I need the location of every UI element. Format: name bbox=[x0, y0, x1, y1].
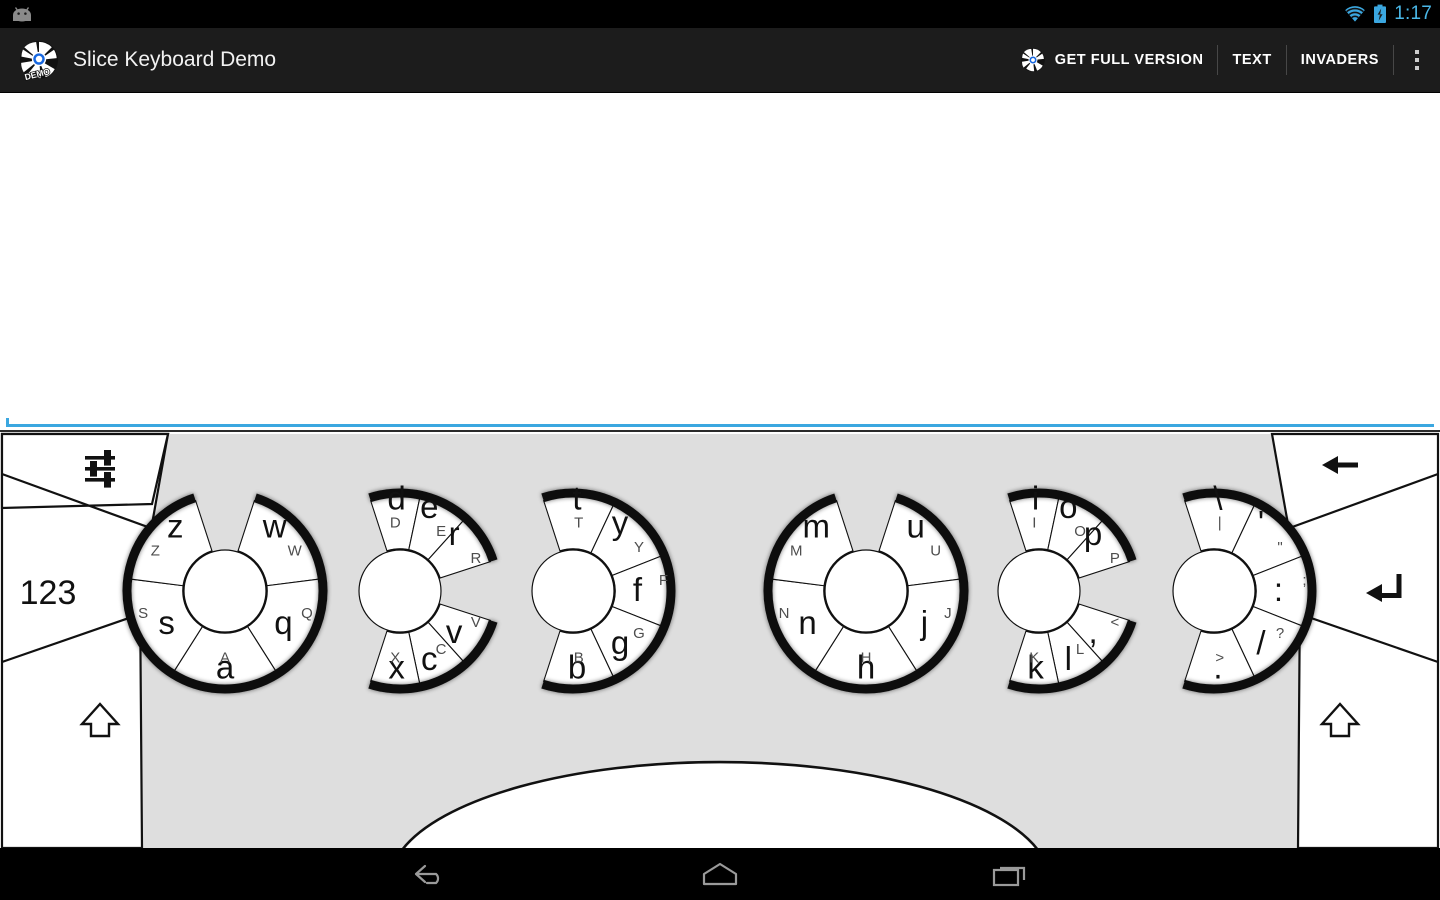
key-main-label: z bbox=[167, 508, 184, 545]
key-main-label: n bbox=[798, 604, 816, 641]
back-arrow-icon[interactable] bbox=[400, 854, 460, 894]
key-main-label: p bbox=[1084, 515, 1102, 552]
text-edit-area[interactable] bbox=[0, 93, 1440, 433]
key-main-label: t bbox=[572, 480, 581, 517]
key-alt-label: B bbox=[574, 649, 584, 666]
key-main-label: s bbox=[158, 604, 175, 641]
key-main-label: , bbox=[1089, 613, 1098, 650]
action-invaders[interactable]: INVADERS bbox=[1287, 39, 1393, 81]
key-alt-label: " bbox=[1277, 539, 1282, 556]
key-alt-label: Z bbox=[151, 543, 160, 560]
numbers-key-label[interactable]: 123 bbox=[20, 574, 77, 612]
key-main-label: \ bbox=[1213, 480, 1223, 517]
key-alt-label: S bbox=[138, 605, 148, 622]
recent-apps-icon[interactable] bbox=[980, 854, 1040, 894]
action-label: INVADERS bbox=[1300, 52, 1379, 68]
key-alt-label: N bbox=[779, 605, 790, 622]
action-bar-actions: GET FULL VERSION TEXT INVADERS bbox=[1006, 28, 1440, 92]
key-alt-label: M bbox=[790, 543, 803, 560]
keyboard-canvas: 123 wWq QaAsSzZdD eE rRv VcCxXtT yYf Fg GbBu bbox=[0, 432, 1440, 850]
key-main-label: ' bbox=[1258, 504, 1264, 541]
key-alt-label: < bbox=[1111, 614, 1120, 631]
key-alt-label: I bbox=[1032, 515, 1036, 532]
key-main-label: m bbox=[803, 508, 831, 545]
key-alt-label: P bbox=[1110, 550, 1120, 567]
key-alt-label: L bbox=[1076, 641, 1084, 658]
key-alt-label: E bbox=[436, 523, 446, 540]
key-alt-label: R bbox=[470, 550, 481, 567]
key-alt-label: | bbox=[1218, 515, 1222, 532]
key-alt-label: C bbox=[436, 641, 447, 658]
home-icon[interactable] bbox=[690, 854, 750, 894]
key-alt-label: U bbox=[930, 543, 941, 560]
key-main-label: d bbox=[387, 480, 405, 517]
key-alt-label: T bbox=[574, 515, 583, 532]
menu-dot bbox=[1415, 66, 1419, 70]
action-bar: DEMO Slice Keyboard Demo GET FULL VERSIO… bbox=[0, 28, 1440, 93]
key-alt-label: W bbox=[288, 543, 303, 560]
key-main-label: g bbox=[611, 624, 629, 661]
app-root: 1:17 DEMO Slice Keyboard Demo GET FULL V… bbox=[0, 0, 1440, 900]
key-alt-label: Y bbox=[634, 539, 644, 556]
action-label: GET FULL VERSION bbox=[1054, 52, 1204, 68]
key-main-label: u bbox=[907, 508, 925, 545]
wifi-icon bbox=[1345, 6, 1366, 22]
key-main-label: l bbox=[1065, 640, 1072, 677]
edit-field-underline bbox=[6, 424, 1434, 427]
status-bar: 1:17 bbox=[0, 0, 1440, 28]
key-alt-label: F bbox=[659, 572, 668, 589]
android-robot-icon bbox=[13, 7, 31, 22]
status-bar-right: 1:17 bbox=[1344, 0, 1432, 28]
key-main-label: / bbox=[1256, 624, 1266, 661]
key-main-label: w bbox=[262, 508, 287, 545]
action-get-full-version[interactable]: GET FULL VERSION bbox=[1006, 39, 1218, 81]
menu-dot bbox=[1415, 50, 1419, 54]
key-main-label: r bbox=[449, 515, 460, 552]
key-alt-label: A bbox=[220, 650, 230, 667]
key-alt-label: Q bbox=[301, 605, 313, 622]
key-main-label: i bbox=[1032, 480, 1039, 517]
key-main-label: v bbox=[446, 613, 463, 650]
key-alt-label: ? bbox=[1276, 625, 1284, 642]
key-alt-label: H bbox=[861, 650, 872, 667]
page-title: Slice Keyboard Demo bbox=[73, 48, 277, 71]
key-alt-label: X bbox=[390, 649, 400, 666]
key-alt-label: K bbox=[1029, 649, 1039, 666]
battery-charging-icon bbox=[1374, 4, 1387, 24]
key-main-label: : bbox=[1274, 571, 1283, 608]
action-text[interactable]: TEXT bbox=[1218, 39, 1285, 81]
key-main-label: f bbox=[633, 571, 643, 608]
key-alt-label: J bbox=[944, 605, 952, 622]
key-alt-label: > bbox=[1215, 649, 1224, 666]
key-main-label: j bbox=[920, 604, 928, 641]
slice-logo-icon bbox=[1020, 48, 1045, 72]
key-alt-label: G bbox=[633, 625, 645, 642]
menu-dot bbox=[1415, 58, 1419, 62]
key-main-label: q bbox=[274, 604, 292, 641]
key-alt-label: D bbox=[390, 515, 401, 532]
key-main-label: e bbox=[420, 488, 438, 525]
overflow-menu-icon[interactable] bbox=[1394, 28, 1440, 92]
slice-logo-demo-icon: DEMO bbox=[19, 40, 59, 81]
status-bar-clock: 1:17 bbox=[1394, 3, 1432, 24]
key-main-label: o bbox=[1059, 488, 1077, 525]
key-main-label: y bbox=[612, 504, 629, 541]
key-alt-label: V bbox=[471, 614, 481, 631]
action-label: TEXT bbox=[1232, 52, 1272, 68]
key-alt-label: ; bbox=[1302, 572, 1306, 589]
slice-keyboard: 123 wWqQaAsSzZdDeErRvVcCxXtTyYfFgGbBu U … bbox=[0, 430, 1440, 850]
android-nav-bar bbox=[0, 848, 1440, 900]
